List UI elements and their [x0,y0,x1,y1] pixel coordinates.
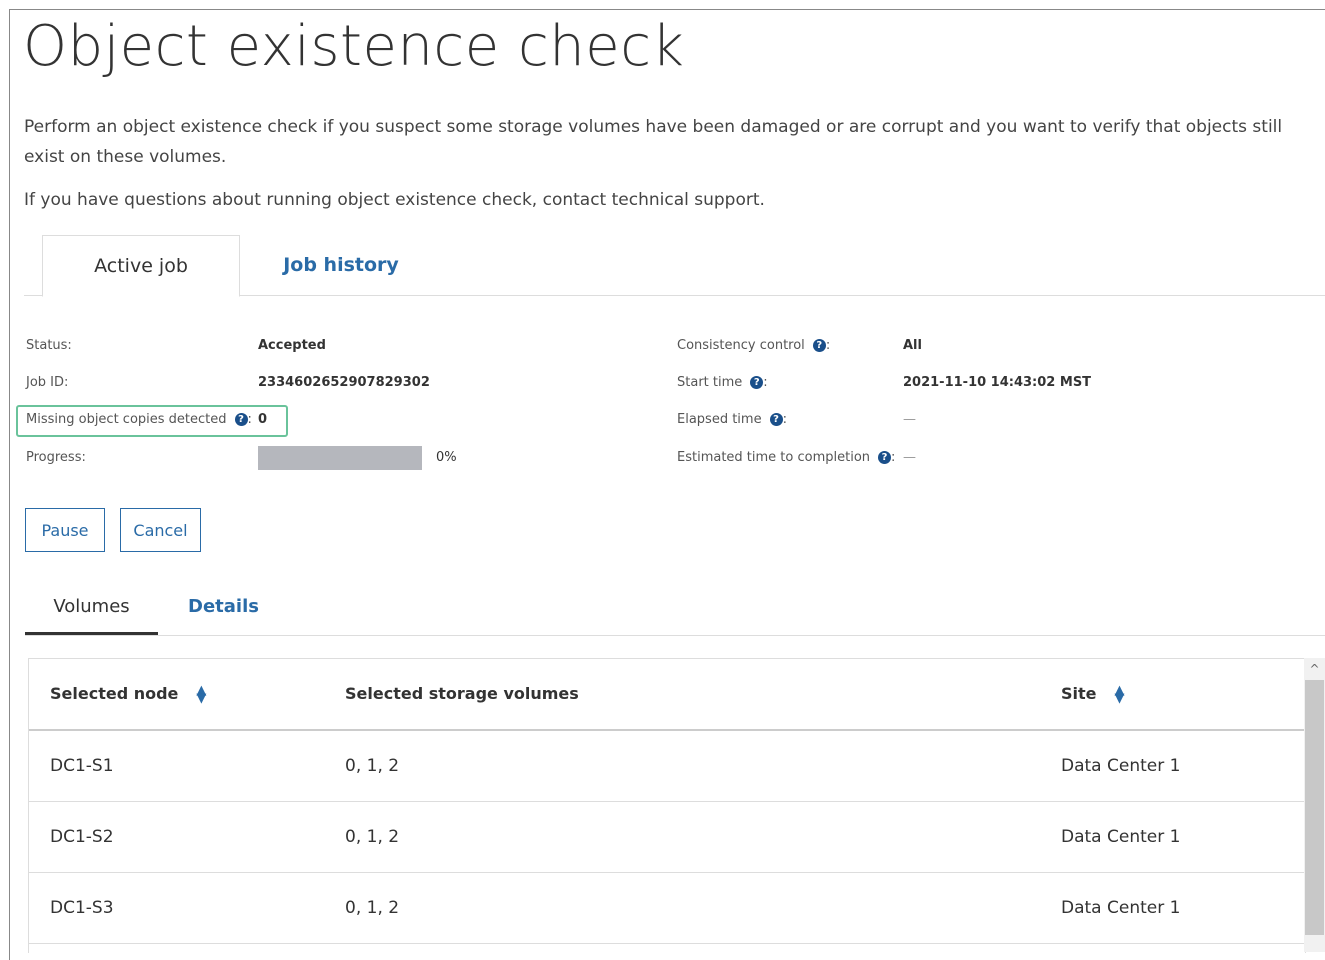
job-id-value: 2334602652907829302 [258,375,430,390]
progress-label: Progress: [26,450,86,465]
cell-volumes: 0, 1, 2 [345,827,400,847]
estimated-time-label-group: Estimated time to completion?: [677,450,895,465]
elapsed-time-label: Elapsed time [677,412,762,427]
column-header-node[interactable]: Selected node ▲ ▼ [50,659,206,729]
start-time-label-group: Start time?: [677,375,768,390]
tab-job-history[interactable]: Job history [256,235,426,295]
cell-site: Data Center 1 [1061,827,1181,847]
missing-copies-label: Missing object copies detected [26,412,227,427]
estimated-time-label: Estimated time to completion [677,450,871,465]
cell-volumes: 0, 1, 2 [345,898,400,918]
table-row: DC1-S3 0, 1, 2 Data Center 1 [29,873,1305,944]
consistency-label: Consistency control [677,338,805,353]
consistency-colon: : [825,338,831,353]
consistency-label-group: Consistency control?: [677,338,830,353]
column-header-site-label: Site [1061,684,1097,703]
estimated-time-value: — [903,450,916,465]
question-circle-icon[interactable]: ? [878,451,892,464]
cell-node: DC1-S2 [50,827,114,847]
estimated-time-colon: : [891,450,896,465]
tab-active-job[interactable]: Active job [42,235,240,297]
table-header: Selected node ▲ ▼ Selected storage volumes… [29,659,1305,731]
support-text: If you have questions about running obje… [24,190,765,210]
start-time-value: 2021-11-10 14:43:02 MST [903,375,1092,390]
page-title: Object existence check [23,14,685,79]
column-header-node-label: Selected node [50,684,179,703]
progress-value: 0% [436,450,457,465]
chevron-up-icon[interactable]: ^ [1304,658,1325,680]
intro-text: Perform an object existence check if you… [24,117,1283,167]
volumes-table: Selected node ▲ ▼ Selected storage volumes… [28,658,1306,953]
scrollbar-thumb[interactable] [1305,680,1324,935]
start-time-label: Start time [677,375,743,390]
tab-details[interactable]: Details [188,582,259,632]
status-value: Accepted [258,338,326,353]
question-circle-icon[interactable]: ? [769,413,783,426]
question-circle-icon[interactable]: ? [750,376,764,389]
missing-copies-value: 0 [258,412,268,427]
sort-icon[interactable]: ▲ ▼ [1115,684,1125,705]
table-row: DC1-S2 0, 1, 2 Data Center 1 [29,802,1305,873]
column-header-site[interactable]: Site ▲ ▼ [1061,659,1125,729]
status-label: Status: [26,338,72,353]
tab-volumes[interactable]: Volumes [25,582,158,635]
pause-button[interactable]: Pause [25,508,105,552]
missing-copies-colon: : [247,412,252,427]
table-row: DC1-S1 0, 1, 2 Data Center 1 [29,731,1305,802]
question-circle-icon[interactable]: ? [234,413,248,426]
table-scrollbar[interactable]: ^ [1304,658,1325,952]
cancel-button[interactable]: Cancel [120,508,201,552]
job-tabs: Active job Job history [24,235,1325,297]
sort-icon[interactable]: ▲ ▼ [196,684,206,705]
volume-tabs: Volumes Details [25,582,1325,636]
cell-site: Data Center 1 [1061,898,1181,918]
progress-bar [258,446,422,470]
cell-node: DC1-S1 [50,756,114,776]
start-time-colon: : [763,375,768,390]
cell-node: DC1-S3 [50,898,114,918]
elapsed-time-label-group: Elapsed time?: [677,412,787,427]
missing-copies-label-group: Missing object copies detected?: [26,412,252,427]
job-id-label: Job ID: [26,375,69,390]
elapsed-time-colon: : [782,412,787,427]
cell-volumes: 0, 1, 2 [345,756,400,776]
column-header-volumes: Selected storage volumes [345,684,579,703]
question-circle-icon[interactable]: ? [812,339,826,352]
consistency-value: All [903,338,922,353]
elapsed-time-value: — [903,412,916,427]
cell-site: Data Center 1 [1061,756,1181,776]
